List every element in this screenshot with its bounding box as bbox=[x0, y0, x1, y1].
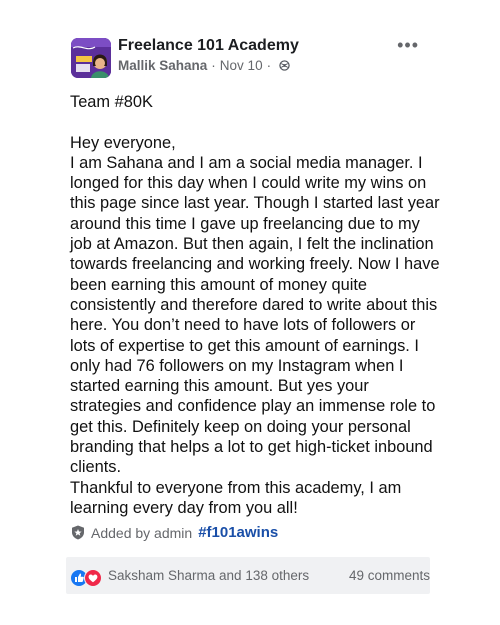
group-avatar-image bbox=[71, 38, 111, 78]
post-blank-line bbox=[70, 112, 440, 132]
topic-row: Added by admin #f101awins bbox=[71, 524, 278, 541]
love-icon bbox=[84, 569, 102, 587]
group-avatar[interactable] bbox=[71, 38, 111, 78]
post-date[interactable]: Nov 10 bbox=[220, 58, 263, 73]
group-name[interactable]: Freelance 101 Academy bbox=[118, 37, 299, 55]
post-footer: Saksham Sharma and 138 others 49 comment… bbox=[66, 557, 430, 594]
globe-icon[interactable] bbox=[279, 60, 290, 71]
post-main-text: I am Sahana and I am a social media mana… bbox=[70, 153, 445, 477]
shield-icon bbox=[72, 525, 84, 540]
post-meta: Mallik Sahana · Nov 10 · bbox=[118, 58, 290, 73]
post-team-line: Team #80K bbox=[70, 93, 153, 111]
post-header: Freelance 101 Academy Mallik Sahana · No… bbox=[71, 36, 431, 78]
meta-separator-2: · bbox=[266, 58, 272, 73]
post-greeting: Hey everyone, bbox=[70, 133, 176, 152]
added-by-label: Added by admin bbox=[91, 524, 193, 541]
post-closing: Thankful to everyone from this academy, … bbox=[70, 478, 406, 517]
hashtag-link[interactable]: #f101awins bbox=[198, 524, 278, 541]
author-name[interactable]: Mallik Sahana bbox=[118, 58, 207, 73]
meta-separator: · bbox=[211, 58, 216, 73]
post-body: Team #80K Hey everyone, I am Sahana and … bbox=[70, 92, 440, 518]
more-options-icon[interactable]: ••• bbox=[397, 36, 419, 54]
reaction-icons[interactable] bbox=[70, 569, 104, 587]
comments-count[interactable]: 49 comments bbox=[349, 568, 430, 583]
reactors-summary[interactable]: Saksham Sharma and 138 others bbox=[108, 568, 309, 583]
post-card: Freelance 101 Academy Mallik Sahana · No… bbox=[58, 30, 442, 596]
